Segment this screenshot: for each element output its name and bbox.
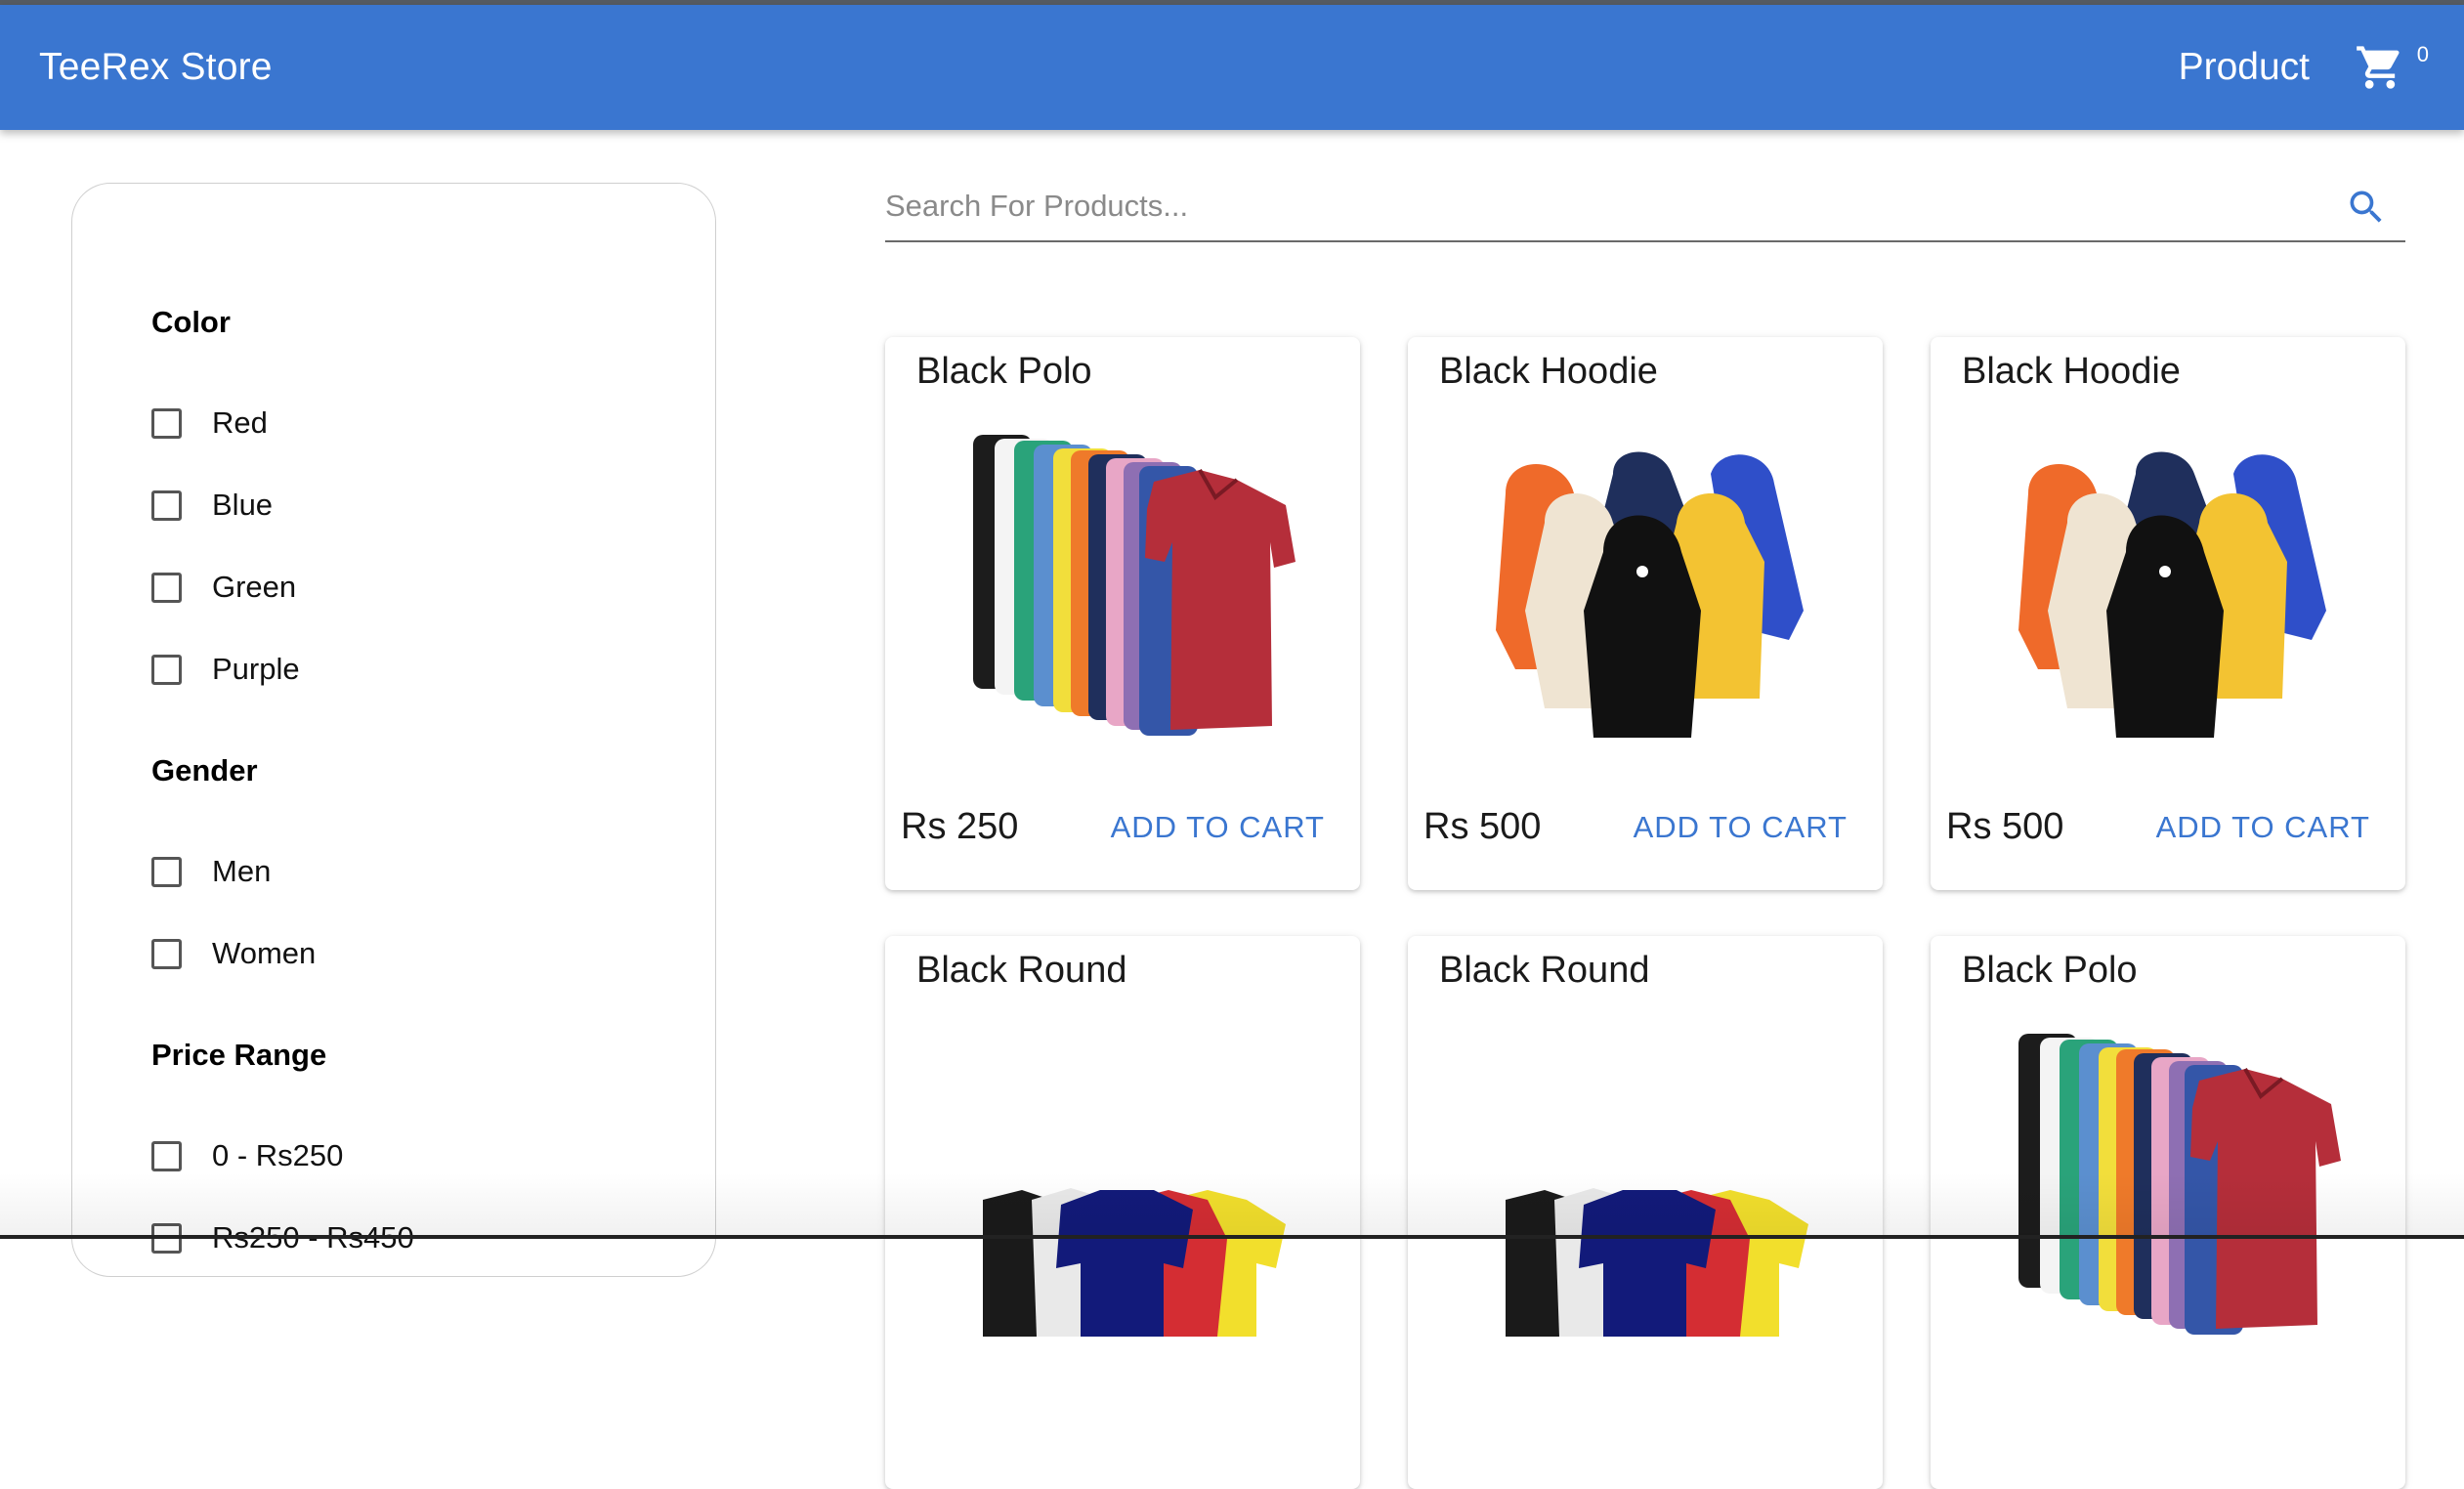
window-bottom-edge bbox=[0, 1235, 2464, 1239]
product-card: Black Round bbox=[885, 936, 1360, 1489]
filter-option-men[interactable]: Men bbox=[151, 852, 271, 891]
cart-count-badge: 0 bbox=[2416, 42, 2429, 66]
checkbox[interactable] bbox=[151, 407, 182, 439]
shopping-cart-icon[interactable] bbox=[2355, 42, 2405, 93]
store-logo[interactable]: TeeRex Store bbox=[39, 5, 273, 130]
round-tshirts-image bbox=[944, 1014, 1305, 1337]
nav-product-link[interactable]: Product bbox=[2179, 5, 2310, 130]
price-range-filter-heading: Price Range bbox=[151, 1038, 327, 1072]
filter-option-red[interactable]: Red bbox=[151, 404, 268, 443]
polo-shirts-image bbox=[1989, 1014, 2351, 1337]
checkbox[interactable] bbox=[151, 654, 182, 685]
filter-label: 0 - Rs250 bbox=[212, 1138, 344, 1172]
product-title: Black Hoodie bbox=[1962, 351, 2181, 392]
checkbox[interactable] bbox=[151, 489, 182, 521]
filter-option-green[interactable]: Green bbox=[151, 568, 296, 607]
checkbox[interactable] bbox=[151, 938, 182, 969]
gender-filter-heading: Gender bbox=[151, 753, 258, 787]
search-input[interactable] bbox=[885, 176, 2331, 236]
product-title: Black Round bbox=[1439, 950, 1650, 991]
filter-option-price-0-250[interactable]: 0 - Rs250 bbox=[151, 1136, 343, 1175]
filter-label: Blue bbox=[212, 488, 274, 522]
product-card: Black Hoodie Rs 500 ADD TO CART bbox=[1931, 337, 2405, 890]
product-card: Black Polo bbox=[1931, 936, 2405, 1489]
round-tshirts-image bbox=[1466, 1014, 1828, 1337]
add-to-cart-button[interactable]: ADD TO CART bbox=[2156, 810, 2370, 845]
product-price: Rs 250 bbox=[901, 806, 1019, 847]
app-header: TeeRex Store Product 0 bbox=[0, 5, 2464, 130]
filter-option-women[interactable]: Women bbox=[151, 934, 316, 973]
add-to-cart-button[interactable]: ADD TO CART bbox=[1634, 810, 1848, 845]
product-card: Black Polo Rs 250 ADD TO CART bbox=[885, 337, 1360, 890]
filter-label: Men bbox=[212, 854, 272, 888]
checkbox[interactable] bbox=[151, 856, 182, 887]
polo-shirts-image bbox=[944, 415, 1305, 738]
filter-label: Red bbox=[212, 405, 268, 440]
filter-option-purple[interactable]: Purple bbox=[151, 650, 300, 689]
hoodies-image bbox=[1466, 415, 1828, 738]
search-bar bbox=[885, 176, 2405, 242]
filter-sidebar: Color Red Blue Green Purple Gender Men W… bbox=[71, 183, 716, 1277]
color-filter-heading: Color bbox=[151, 305, 231, 339]
filter-label: Green bbox=[212, 570, 297, 604]
product-card: Black Hoodie Rs 500 ADD TO CART bbox=[1408, 337, 1883, 890]
filter-option-blue[interactable]: Blue bbox=[151, 486, 273, 525]
product-price: Rs 500 bbox=[1946, 806, 2064, 847]
add-to-cart-button[interactable]: ADD TO CART bbox=[1111, 810, 1325, 845]
product-title: Black Hoodie bbox=[1439, 351, 1658, 392]
product-title: Black Round bbox=[916, 950, 1127, 991]
checkbox[interactable] bbox=[151, 572, 182, 603]
product-title: Black Polo bbox=[1962, 950, 2138, 991]
product-card: Black Round bbox=[1408, 936, 1883, 1489]
checkbox[interactable] bbox=[151, 1140, 182, 1171]
product-title: Black Polo bbox=[916, 351, 1092, 392]
product-price: Rs 500 bbox=[1423, 806, 1542, 847]
search-icon[interactable] bbox=[2345, 186, 2388, 229]
filter-label: Purple bbox=[212, 652, 300, 686]
hoodies-image bbox=[1989, 415, 2351, 738]
filter-label: Women bbox=[212, 936, 317, 970]
